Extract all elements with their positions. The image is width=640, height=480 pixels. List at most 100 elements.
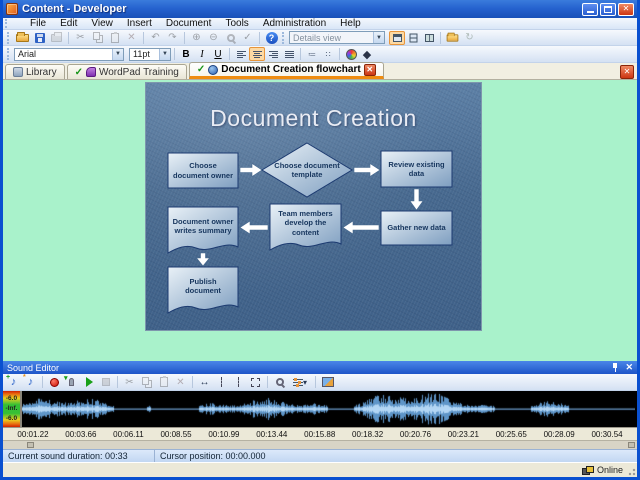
- font-color-button[interactable]: [343, 47, 359, 61]
- close-button[interactable]: ✕: [618, 3, 634, 16]
- flow-arrow-3[interactable]: [410, 189, 423, 210]
- sound-editor-title-bar: Sound Editor ✕: [3, 361, 637, 374]
- menu-item-edit[interactable]: Edit: [53, 18, 84, 29]
- paste-button[interactable]: [106, 31, 123, 45]
- flow-arrow-2[interactable]: [354, 164, 380, 177]
- menu-item-tools[interactable]: Tools: [218, 18, 255, 29]
- toolbar-grip[interactable]: [7, 48, 12, 61]
- zoom-in-button[interactable]: ⊕: [188, 31, 205, 45]
- stop-button[interactable]: [97, 375, 114, 389]
- zoom-out-button[interactable]: ⊖: [205, 31, 222, 45]
- save-button[interactable]: [31, 31, 48, 45]
- selection-end-button[interactable]: [230, 375, 247, 389]
- align-justify-button[interactable]: [281, 47, 297, 61]
- menu-item-administration[interactable]: Administration: [256, 18, 333, 29]
- import-sound-button[interactable]: ♪*: [22, 375, 39, 389]
- resize-grip[interactable]: [626, 466, 636, 476]
- single-view-button[interactable]: [389, 31, 405, 45]
- align-left-button[interactable]: [233, 47, 249, 61]
- flow-arrow-4[interactable]: [343, 221, 379, 234]
- selection-start-button[interactable]: [213, 375, 230, 389]
- cut-button[interactable]: ✂: [72, 31, 89, 45]
- menu-item-document[interactable]: Document: [159, 18, 219, 29]
- separator: [229, 48, 230, 60]
- print-button[interactable]: [48, 31, 65, 45]
- level-meter: -6.0 -Inf. -6.0: [3, 391, 22, 427]
- split-vertical-view-button[interactable]: [421, 31, 437, 45]
- toolbar-grip[interactable]: [5, 19, 21, 28]
- align-right-button[interactable]: [265, 47, 281, 61]
- tab-document-creation-flowchart[interactable]: ✓ Document Creation flowchart ✕: [189, 62, 384, 79]
- chevron-down-icon: ▼: [373, 32, 384, 43]
- editor-canvas[interactable]: Document Creation: [3, 80, 637, 361]
- menu-item-file[interactable]: File: [23, 18, 53, 29]
- bold-button[interactable]: B: [178, 47, 194, 61]
- open-button[interactable]: [14, 31, 31, 45]
- mic-record-button[interactable]: ▾: [63, 375, 80, 389]
- flow-arrow-5[interactable]: [240, 221, 268, 234]
- scroll-handle-left[interactable]: [27, 442, 34, 448]
- help-icon: ?: [266, 32, 278, 44]
- font-size-value: 11pt: [133, 49, 150, 59]
- toolbar-grip[interactable]: [7, 32, 12, 44]
- levels-dropdown[interactable]: ▾: [288, 375, 312, 389]
- menu-item-help[interactable]: Help: [333, 18, 368, 29]
- tab-wordpad-training[interactable]: ✓ WordPad Training: [67, 64, 187, 79]
- folder-view-button[interactable]: [444, 31, 461, 45]
- pin-icon[interactable]: [611, 363, 619, 372]
- view-options-button[interactable]: [319, 375, 336, 389]
- toolbar-grip[interactable]: [282, 32, 287, 44]
- menu-item-view[interactable]: View: [84, 18, 120, 29]
- flowchart-slide[interactable]: Document Creation: [146, 83, 481, 330]
- play-button[interactable]: [80, 375, 97, 389]
- flow-arrow-1[interactable]: [240, 164, 262, 177]
- copy-button[interactable]: [89, 31, 106, 45]
- help-button[interactable]: ?: [263, 31, 280, 45]
- waveform-canvas[interactable]: [22, 391, 635, 427]
- record-button[interactable]: [46, 375, 63, 389]
- bullet-list-button[interactable]: ∷: [320, 47, 336, 61]
- waveform-scrollbar[interactable]: [3, 440, 637, 449]
- sound-delete-button[interactable]: ✕: [172, 375, 189, 389]
- details-view-dropdown[interactable]: Details view ▼: [289, 31, 385, 44]
- maximize-button[interactable]: [600, 3, 616, 16]
- sound-cut-button[interactable]: ✂: [121, 375, 138, 389]
- separator: [68, 32, 69, 44]
- align-center-button[interactable]: [249, 47, 265, 61]
- scroll-handle-right[interactable]: [628, 442, 635, 448]
- flow-label-choose-owner: Choose document owner: [168, 153, 238, 188]
- delete-button[interactable]: ✕: [123, 31, 140, 45]
- tab-close-button[interactable]: ✕: [364, 64, 376, 76]
- timeline-label: 00:08.55: [160, 430, 191, 439]
- numbered-list-button[interactable]: ≔: [304, 47, 320, 61]
- font-size-dropdown[interactable]: 11pt ▼: [129, 48, 171, 61]
- zoom-icon: [276, 378, 284, 386]
- sound-copy-button[interactable]: [138, 375, 155, 389]
- undo-button[interactable]: ↶: [147, 31, 164, 45]
- sound-paste-button[interactable]: [155, 375, 172, 389]
- align-justify-icon: [285, 51, 294, 58]
- refresh-button[interactable]: ↻: [461, 31, 478, 45]
- sound-duration-status: Current sound duration: 00:33: [3, 450, 155, 462]
- zoom-button[interactable]: [271, 375, 288, 389]
- redo-button[interactable]: ↷: [164, 31, 181, 45]
- waveform-display[interactable]: [22, 391, 637, 427]
- find-button[interactable]: [222, 31, 239, 45]
- sound-editor-close-button[interactable]: ✕: [625, 362, 633, 373]
- crop-button[interactable]: [247, 375, 264, 389]
- tab-library[interactable]: Library: [5, 64, 65, 79]
- minimize-button[interactable]: [582, 3, 598, 16]
- zoom-fit-button[interactable]: ↔: [196, 375, 213, 389]
- underline-button[interactable]: U: [210, 47, 226, 61]
- font-name-dropdown[interactable]: Arial ▼: [14, 48, 124, 61]
- menu-item-insert[interactable]: Insert: [120, 18, 159, 29]
- tabstrip-close-button[interactable]: ✕: [620, 65, 634, 79]
- spelling-button[interactable]: ✓: [239, 31, 256, 45]
- fill-color-button[interactable]: ◆: [359, 47, 375, 61]
- new-sound-button[interactable]: ♪+: [5, 375, 22, 389]
- split-horizontal-icon: [409, 33, 417, 42]
- align-right-icon: [269, 51, 278, 58]
- split-horizontal-view-button[interactable]: [405, 31, 421, 45]
- flow-arrow-6[interactable]: [197, 253, 210, 266]
- italic-button[interactable]: I: [194, 47, 210, 61]
